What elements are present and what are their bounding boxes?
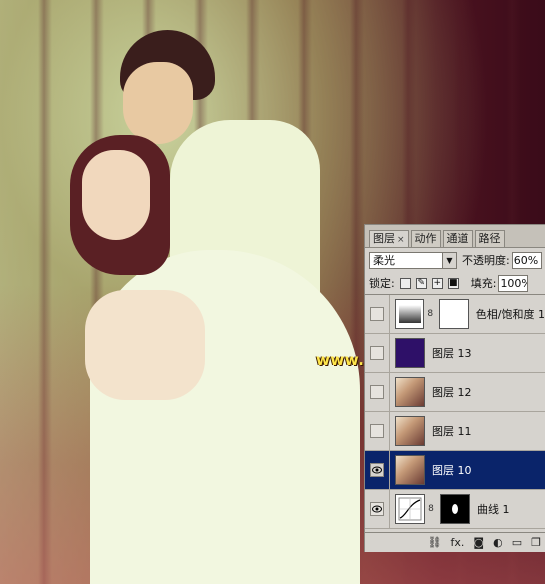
eye-icon <box>372 505 382 513</box>
add-mask-icon[interactable]: ◙ <box>473 536 484 549</box>
fill-input[interactable]: 100% <box>498 275 528 292</box>
fill-label: 填充: <box>471 275 497 291</box>
panel-footer: ⛓ fx. ◙ ◐ ▭ ❐ <box>365 532 545 552</box>
visibility-toggle[interactable] <box>370 385 384 399</box>
layers-panel: 图层× 动作 通道 路径 柔光 ▼ 不透明度: 60% 锁定: ✎ + ■ 填充… <box>364 224 545 552</box>
layer-name: 色相/饱和度 1 <box>476 306 545 322</box>
lock-paint-icon[interactable]: ✎ <box>416 278 427 289</box>
chevron-down-icon[interactable]: ▼ <box>442 253 456 268</box>
eye-icon <box>372 466 382 474</box>
layer-thumbnail <box>395 377 425 407</box>
layer-name: 图层 11 <box>432 423 472 439</box>
embracing-arms <box>85 290 205 400</box>
tab-channels[interactable]: 通道 <box>443 230 473 247</box>
lock-all-icon[interactable]: ■ <box>448 278 459 289</box>
lock-fill-row: 锁定: ✎ + ■ 填充: 100% <box>365 272 545 295</box>
layer-row-curves[interactable]: 8 曲线 1 <box>365 490 545 529</box>
link-layers-icon[interactable]: ⛓ <box>428 536 442 549</box>
fx-icon[interactable]: fx. <box>451 536 465 549</box>
blend-mode-select[interactable]: 柔光 ▼ <box>369 252 457 269</box>
man-face <box>123 62 193 144</box>
visibility-toggle[interactable] <box>370 346 384 360</box>
opacity-input[interactable]: 60% <box>512 252 542 269</box>
layer-row-hue-saturation[interactable]: 8 色相/饱和度 1 <box>365 295 545 334</box>
tab-layers[interactable]: 图层× <box>369 230 409 247</box>
close-icon[interactable]: × <box>397 235 405 245</box>
blend-mode-value: 柔光 <box>373 252 395 268</box>
layer-row-12[interactable]: 图层 12 <box>365 373 545 412</box>
visibility-toggle[interactable] <box>370 502 384 516</box>
layer-name: 图层 12 <box>432 384 472 400</box>
layer-thumbnail <box>395 338 425 368</box>
lock-move-icon[interactable]: + <box>432 278 443 289</box>
new-layer-icon[interactable]: ❐ <box>531 536 541 549</box>
visibility-toggle[interactable] <box>370 307 384 321</box>
visibility-toggle[interactable] <box>370 463 384 477</box>
adjustment-layer-icon[interactable]: ◐ <box>493 536 503 549</box>
layer-name: 曲线 1 <box>477 501 510 517</box>
layer-thumbnail <box>395 455 425 485</box>
layer-mask-thumbnail[interactable] <box>439 299 469 329</box>
hue-saturation-adjustment-icon <box>395 299 425 329</box>
panel-tabs: 图层× 动作 通道 路径 <box>365 225 545 248</box>
lock-label: 锁定: <box>369 275 395 291</box>
layer-row-10[interactable]: 图层 10 <box>365 451 545 490</box>
tab-actions[interactable]: 动作 <box>411 230 441 247</box>
link-icon: 8 <box>426 309 434 319</box>
folder-icon[interactable]: ▭ <box>512 536 522 549</box>
link-icon: 8 <box>427 504 435 514</box>
lock-transparency-icon[interactable] <box>400 278 411 289</box>
layer-row-11[interactable]: 图层 11 <box>365 412 545 451</box>
visibility-toggle[interactable] <box>370 424 384 438</box>
tab-layers-label: 图层 <box>373 232 395 245</box>
layer-name: 图层 10 <box>432 462 472 478</box>
opacity-label: 不透明度: <box>462 252 510 268</box>
blend-opacity-row: 柔光 ▼ 不透明度: 60% <box>365 248 545 272</box>
layer-row-13[interactable]: 图层 13 <box>365 334 545 373</box>
curves-adjustment-icon <box>395 494 425 524</box>
layer-name: 图层 13 <box>432 345 472 361</box>
tab-paths[interactable]: 路径 <box>475 230 505 247</box>
layer-thumbnail <box>395 416 425 446</box>
woman-face <box>82 150 150 240</box>
layer-mask-thumbnail[interactable] <box>440 494 470 524</box>
